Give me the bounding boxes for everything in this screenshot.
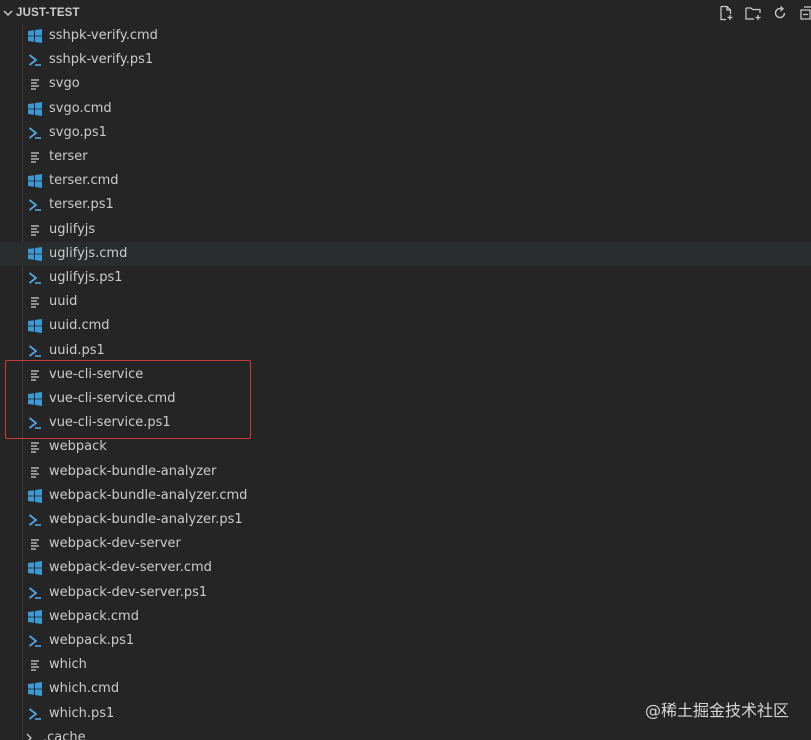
file-item[interactable]: sshpk-verify.ps1 (0, 48, 811, 72)
file-item[interactable]: webpack-bundle-analyzer (0, 460, 811, 484)
file-item[interactable]: vue-cli-service.ps1 (0, 411, 811, 435)
powershell-icon (28, 707, 42, 721)
text-file-icon (28, 537, 42, 551)
file-item[interactable]: webpack-dev-server.cmd (0, 556, 811, 580)
powershell-icon (28, 271, 42, 285)
file-tree: sshpk-verify.cmd sshpk-verify.ps1 svgo svgo… (0, 24, 811, 740)
text-file-icon (28, 150, 42, 164)
powershell-icon (28, 198, 42, 212)
text-file-icon (28, 440, 42, 454)
windows-icon (28, 29, 42, 43)
file-label: vue-cli-service.ps1 (49, 415, 171, 431)
windows-icon (28, 609, 42, 624)
file-label: terser.ps1 (49, 197, 114, 213)
explorer-header[interactable]: JUST-TEST (0, 0, 811, 26)
file-item[interactable]: webpack.ps1 (0, 629, 811, 653)
file-label: which (49, 657, 87, 673)
folder-label: .cache (43, 729, 86, 740)
refresh-icon[interactable] (770, 3, 790, 23)
new-file-icon[interactable] (716, 3, 736, 23)
file-label: webpack-dev-server.ps1 (49, 584, 208, 600)
file-item[interactable]: webpack-dev-server (0, 532, 811, 556)
watermark: @稀土掘金技术社区 (644, 701, 789, 720)
file-label: webpack.ps1 (49, 633, 135, 648)
file-item[interactable]: uuid.ps1 (0, 339, 811, 363)
file-label: webpack.cmd (49, 608, 139, 624)
collapse-all-icon[interactable] (797, 3, 811, 23)
file-label: svgo (49, 76, 80, 92)
powershell-icon (28, 634, 42, 648)
text-file-icon (28, 368, 42, 382)
file-label: uuid.ps1 (49, 342, 105, 358)
file-label: uglifyjs.ps1 (49, 270, 123, 285)
file-label: sshpk-verify.cmd (49, 28, 158, 43)
file-label: webpack-bundle-analyzer.cmd (49, 487, 248, 503)
new-folder-icon[interactable] (743, 3, 763, 23)
file-item[interactable]: terser.ps1 (0, 193, 811, 217)
text-file-icon (28, 223, 42, 237)
explorer-actions (716, 3, 811, 23)
file-label: webpack-dev-server.cmd (49, 560, 212, 576)
windows-icon (28, 561, 42, 576)
text-file-icon (28, 465, 42, 479)
file-item[interactable]: uglifyjs.cmd (0, 241, 811, 266)
windows-icon (28, 246, 42, 261)
file-item[interactable]: vue-cli-service (0, 363, 811, 387)
powershell-icon (28, 513, 42, 527)
file-item[interactable]: uuid (0, 290, 811, 314)
powershell-icon (28, 126, 42, 140)
file-item[interactable]: webpack-dev-server.ps1 (0, 581, 811, 605)
file-item[interactable]: terser.cmd (0, 169, 811, 193)
file-label: webpack (49, 439, 107, 455)
windows-icon (28, 488, 42, 503)
file-item[interactable]: svgo.cmd (0, 97, 811, 121)
windows-icon (28, 101, 42, 116)
windows-icon (28, 319, 42, 334)
file-label: terser (49, 149, 88, 164)
file-label: webpack-bundle-analyzer.ps1 (49, 512, 243, 527)
file-item[interactable]: vue-cli-service.cmd (0, 387, 811, 411)
file-label: terser.cmd (49, 173, 119, 189)
file-item[interactable]: svgo (0, 72, 811, 96)
file-item[interactable]: which (0, 653, 811, 677)
file-label: uglifyjs (49, 221, 96, 237)
folder-item[interactable]: .cache (0, 726, 811, 740)
windows-icon (28, 682, 42, 697)
file-label: which.cmd (49, 681, 120, 697)
file-item[interactable]: sshpk-verify.cmd (0, 24, 811, 48)
text-file-icon (28, 77, 42, 91)
file-item[interactable]: uglifyjs.ps1 (0, 266, 811, 290)
file-item[interactable]: webpack-bundle-analyzer.cmd (0, 484, 811, 508)
file-item[interactable]: svgo.ps1 (0, 121, 811, 145)
file-item[interactable]: webpack-bundle-analyzer.ps1 (0, 508, 811, 532)
file-item[interactable]: uglifyjs (0, 218, 811, 242)
file-label: svgo.ps1 (49, 124, 107, 140)
text-file-icon (28, 295, 42, 309)
windows-icon (28, 392, 42, 406)
file-item[interactable]: terser (0, 145, 811, 169)
powershell-icon (28, 416, 42, 430)
explorer-title: JUST-TEST (16, 7, 80, 19)
file-item[interactable]: uuid.cmd (0, 314, 811, 338)
file-label: svgo.cmd (49, 100, 112, 116)
windows-icon (28, 174, 42, 189)
chevron-right-icon (22, 731, 36, 740)
file-label: sshpk-verify.ps1 (49, 52, 154, 68)
file-item[interactable]: webpack (0, 435, 811, 459)
file-label: webpack-bundle-analyzer (49, 463, 217, 479)
text-file-icon (28, 658, 42, 672)
file-label: uuid (49, 294, 78, 310)
file-label: uuid.cmd (49, 318, 110, 334)
powershell-icon (28, 53, 42, 67)
file-label: which.ps1 (49, 705, 115, 721)
chevron-down-icon[interactable] (3, 8, 13, 18)
file-label: vue-cli-service (49, 366, 144, 382)
powershell-icon (28, 344, 42, 358)
powershell-icon (28, 586, 42, 600)
file-label: vue-cli-service.cmd (49, 391, 176, 406)
file-label: uglifyjs.cmd (49, 245, 128, 261)
file-label: webpack-dev-server (49, 536, 181, 552)
file-item[interactable]: webpack.cmd (0, 605, 811, 629)
